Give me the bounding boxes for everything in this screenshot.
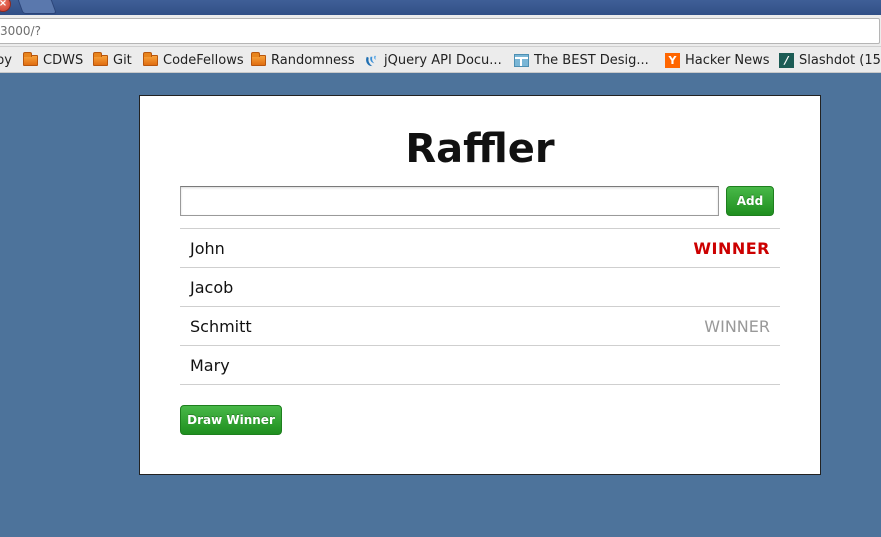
bookmark-label: The BEST Desig...: [534, 52, 649, 68]
new-tab-button[interactable]: [17, 0, 57, 14]
bookmark-label: Hacker News: [685, 52, 770, 68]
folder-icon: [143, 51, 158, 66]
bookmark-hacker-news[interactable]: Y Hacker News: [665, 52, 770, 68]
address-bar: 3000/?: [0, 15, 881, 47]
bookmark-label: CodeFellows: [163, 52, 244, 68]
add-button[interactable]: Add: [726, 186, 774, 216]
list-item: Schmitt WINNER: [180, 307, 780, 346]
entry-name: Mary: [190, 356, 230, 375]
hacker-news-icon: Y: [665, 52, 680, 68]
bookmark-label: Slashdot (15: [799, 52, 881, 68]
winner-badge: WINNER: [704, 317, 770, 336]
folder-icon: [93, 51, 108, 66]
bookmark-codefellows[interactable]: CodeFellows: [143, 51, 244, 68]
bookmark-best-design[interactable]: The BEST Desig...: [514, 52, 649, 68]
list-item: Mary: [180, 346, 780, 385]
browser-tab-strip: ×: [0, 0, 881, 15]
bookmark-git[interactable]: Git: [93, 51, 132, 68]
draw-winner-button[interactable]: Draw Winner: [180, 405, 282, 435]
bookmark-label: jQuery API Docu...: [384, 52, 502, 68]
bookmark-label: Git: [113, 52, 132, 68]
bookmark-slashdot[interactable]: / Slashdot (15: [779, 52, 881, 68]
jquery-icon: [366, 55, 377, 66]
entry-name: John: [190, 239, 225, 258]
folder-icon: [251, 51, 266, 66]
page-title: Raffler: [405, 126, 555, 172]
raffler-card: Raffler Add John WINNER Jacob Schmitt WI…: [139, 95, 821, 475]
bookmark-label: CDWS: [43, 52, 84, 68]
entries-list: John WINNER Jacob Schmitt WINNER Mary: [180, 228, 780, 385]
list-item: Jacob: [180, 268, 780, 307]
bookmark-label: py: [0, 52, 12, 68]
folder-icon: [23, 51, 38, 66]
bookmark-py[interactable]: py: [0, 52, 12, 68]
bookmark-randomness[interactable]: Randomness: [251, 51, 355, 68]
layout-icon: [514, 53, 529, 67]
url-field[interactable]: 3000/?: [0, 18, 880, 44]
bookmarks-bar: py CDWS Git CodeFellows Randomness jQuer…: [0, 47, 881, 73]
bookmark-cdws[interactable]: CDWS: [23, 51, 84, 68]
winner-badge: WINNER: [693, 239, 770, 258]
list-item: John WINNER: [180, 229, 780, 268]
slashdot-icon: /: [779, 52, 794, 68]
close-tab-icon[interactable]: ×: [0, 0, 11, 12]
bookmark-label: Randomness: [271, 52, 355, 68]
entry-name: Jacob: [190, 278, 234, 297]
entry-name-input[interactable]: [180, 186, 719, 216]
entry-name: Schmitt: [190, 317, 252, 336]
bookmark-jquery-api[interactable]: jQuery API Docu...: [364, 52, 502, 68]
url-text: 3000/?: [0, 24, 41, 38]
